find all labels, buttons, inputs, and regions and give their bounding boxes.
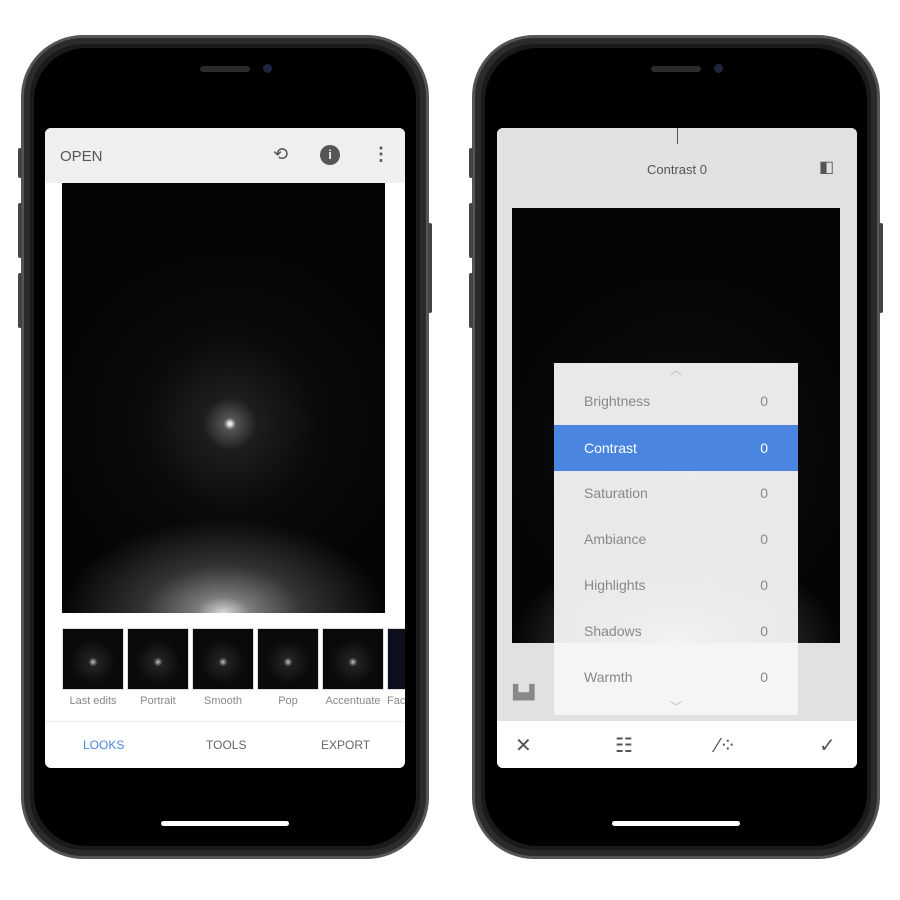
slider-indicator[interactable] [677, 128, 678, 144]
open-button[interactable]: OPEN [60, 148, 103, 165]
adjustment-item-ambiance[interactable]: Ambiance 0 [554, 516, 798, 562]
tab-looks[interactable]: LOOKS [83, 738, 124, 752]
look-thumbnail[interactable] [192, 628, 254, 690]
look-label: Accentuate [325, 695, 381, 707]
adjustment-item-highlights[interactable]: Highlights 0 [554, 562, 798, 608]
chevron-up-icon: ︿ [669, 363, 682, 377]
close-icon[interactable]: ✕ [515, 733, 532, 758]
adjustment-menu: ︿ Brightness 0 Contrast 0 Saturation 0 Ambi… [554, 363, 798, 715]
phone-left: OPEN ⟲ i ⋮ Last edits Portrait Smooth Po… [18, 35, 432, 859]
look-label: Last edits [69, 695, 117, 707]
chevron-down-icon: ﹀ [669, 700, 682, 714]
info-icon[interactable]: i [320, 145, 340, 165]
look-thumbnail[interactable] [387, 628, 405, 690]
adjustment-item-saturation[interactable]: Saturation 0 [554, 470, 798, 516]
sliders-icon[interactable]: ☷ [615, 733, 633, 758]
tab-tools[interactable]: TOOLS [206, 738, 246, 752]
camera [263, 64, 272, 73]
look-label: Portrait [140, 695, 176, 707]
look-thumbnail[interactable] [62, 628, 124, 690]
check-icon[interactable]: ✓ [819, 733, 836, 758]
header: OPEN ⟲ i ⋮ [45, 128, 405, 183]
snapseed-tune-screen: Contrast 0 ◧ ▙▟ ︿ Brightness 0 Contrast 0 … [497, 128, 857, 768]
adjustment-item-brightness[interactable]: Brightness 0 [554, 378, 798, 424]
adjustment-title: Contrast 0 [647, 162, 707, 177]
layers-undo-icon[interactable]: ⟲ [273, 145, 288, 163]
home-indicator [161, 821, 289, 826]
look-thumbnail[interactable] [127, 628, 189, 690]
photo-preview [62, 183, 385, 613]
look-thumbnail[interactable] [257, 628, 319, 690]
speaker [200, 66, 250, 72]
look-label: Fac [387, 695, 405, 707]
look-label: Smooth [204, 695, 242, 707]
look-thumbnail[interactable] [322, 628, 384, 690]
adjustment-item-warmth[interactable]: Warmth 0 [554, 654, 798, 700]
snapseed-looks-screen: OPEN ⟲ i ⋮ Last edits Portrait Smooth Po… [45, 128, 405, 768]
compare-icon[interactable]: ◧ [819, 160, 834, 176]
tab-export[interactable]: EXPORT [321, 738, 370, 752]
more-vert-icon[interactable]: ⋮ [372, 145, 390, 163]
phone-right: Contrast 0 ◧ ▙▟ ︿ Brightness 0 Contrast 0 … [469, 35, 883, 859]
tune-header: Contrast 0 ◧ [497, 128, 857, 208]
bottom-toolbar: ✕ ☷ ⁄⁘ ✓ [497, 721, 857, 768]
adjustment-item-shadows[interactable]: Shadows 0 [554, 608, 798, 654]
home-indicator [612, 821, 740, 826]
histogram-icon[interactable]: ▙▟ [513, 685, 535, 699]
look-label: Pop [278, 695, 298, 707]
magic-wand-icon[interactable]: ⁄⁘ [716, 733, 736, 758]
adjustment-item-contrast[interactable]: Contrast 0 [554, 425, 798, 471]
